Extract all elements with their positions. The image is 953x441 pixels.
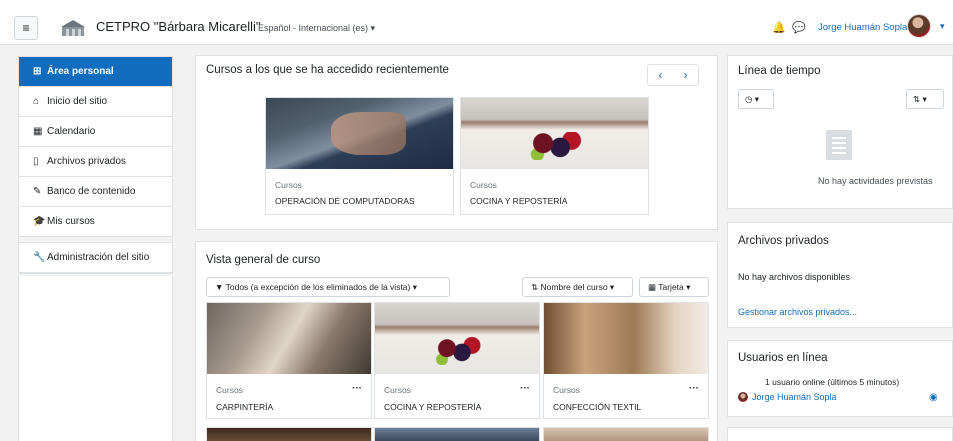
nav-item-my-courses[interactable]: 🎓 Mis cursos	[19, 207, 172, 237]
course-image[interactable]	[374, 427, 540, 441]
more-options-icon[interactable]: ···	[689, 383, 699, 394]
course-name[interactable]: CONFECCIÓN TEXTIL	[553, 402, 641, 412]
left-panel-fill	[18, 276, 173, 441]
online-users-title: Usuarios en línea	[738, 352, 828, 364]
course-category: Cursos	[553, 385, 580, 395]
course-category: Cursos	[384, 385, 411, 395]
nav-item-content-bank[interactable]: ✎ Banco de contenido	[19, 177, 172, 207]
course-card[interactable]: Cursos ··· CARPINTERÍA	[206, 302, 372, 419]
course-overview-title: Vista general de curso	[206, 254, 321, 266]
dashboard-icon: ⊞	[33, 66, 42, 77]
nav-item-private-files[interactable]: ▯ Archivos privados	[19, 147, 172, 177]
more-options-icon[interactable]: ···	[520, 383, 530, 394]
left-navigation: ⊞ Área personal ⌂ Inicio del sitio ▦ Calend…	[18, 56, 173, 274]
chevron-left-icon[interactable]: ‹	[659, 68, 663, 82]
online-users-summary: 1 usuario online (últimos 5 minutos)	[765, 377, 900, 387]
private-files-title: Archivos privados	[738, 235, 829, 247]
private-files-empty: No hay archivos disponibles	[738, 272, 851, 282]
filter-icon: ▼	[215, 282, 226, 292]
course-image[interactable]	[375, 303, 539, 374]
course-name[interactable]: COCINA Y REPOSTERÍA	[470, 196, 567, 206]
course-category: Cursos	[470, 180, 497, 190]
course-card[interactable]: Cursos ··· CONFECCIÓN TEXTIL	[543, 302, 709, 419]
chat-icon[interactable]: 💬	[792, 21, 806, 34]
course-name[interactable]: COCINA Y REPOSTERÍA	[384, 402, 481, 412]
nav-item-label: Banco de contenido	[47, 186, 136, 197]
nav-item-label: Inicio del sitio	[47, 96, 108, 107]
recent-course-card[interactable]: Cursos OPERACIÓN DE COMPUTADORAS	[265, 97, 454, 215]
timeline-title: Línea de tiempo	[738, 65, 821, 77]
manage-files-link[interactable]: Gestionar archivos privados...	[738, 307, 857, 317]
course-category: Cursos	[216, 385, 243, 395]
bell-icon[interactable]: 🔔	[772, 21, 786, 34]
sort-label: Nombre del curso ▾	[540, 282, 615, 292]
chevron-down-icon[interactable]: ▾	[940, 21, 945, 32]
course-image[interactable]	[206, 427, 372, 441]
nav-item-label: Área personal	[47, 66, 114, 77]
timeline-sort[interactable]: ⇅ ▾	[906, 89, 944, 109]
sort-icon: ⇅ ▾	[913, 94, 927, 104]
grid-icon: ▦	[648, 282, 659, 292]
online-user-link[interactable]: Jorge Huamán Sopla	[752, 392, 837, 402]
recent-course-card[interactable]: Cursos COCINA Y REPOSTERÍA	[460, 97, 649, 215]
course-image[interactable]	[266, 98, 453, 169]
calendar-icon: ▦	[33, 126, 43, 137]
next-block	[727, 427, 953, 441]
nav-item-site-admin[interactable]: 🔧 Administración del sitio	[19, 243, 172, 273]
chevron-right-icon[interactable]: ›	[684, 68, 688, 82]
hamburger-icon[interactable]: ≡	[14, 16, 38, 40]
filter-label: Todos (a excepción de los eliminados de …	[225, 282, 417, 292]
nav-item-label: Administración del sitio	[47, 252, 150, 263]
online-users-block: Usuarios en línea 1 usuario online (últi…	[727, 340, 953, 417]
course-image[interactable]	[543, 427, 709, 441]
nav-item-label: Mis cursos	[47, 216, 95, 227]
language-selector[interactable]: Español - Internacional (es) ▾	[258, 23, 375, 34]
avatar[interactable]	[907, 14, 931, 38]
nav-item-label: Archivos privados	[47, 156, 126, 167]
course-name[interactable]: OPERACIÓN DE COMPUTADORAS	[275, 196, 415, 206]
course-card[interactable]: Cursos ··· COCINA Y REPOSTERÍA	[374, 302, 540, 419]
site-logo	[61, 20, 85, 36]
file-icon: ▯	[33, 156, 39, 167]
wrench-icon: 🔧	[33, 252, 46, 263]
brush-icon: ✎	[33, 186, 42, 197]
course-name[interactable]: CARPINTERÍA	[216, 402, 273, 412]
graduation-cap-icon: 🎓	[33, 216, 46, 227]
more-options-icon[interactable]: ···	[352, 383, 362, 394]
recent-courses-title: Cursos a los que se ha accedido reciente…	[206, 64, 449, 76]
course-image[interactable]	[544, 303, 708, 374]
site-name[interactable]: CETPRO "Bárbara Micarelli"	[96, 19, 261, 34]
carousel-nav: ‹ ›	[647, 64, 699, 86]
course-image[interactable]	[207, 303, 371, 374]
recent-courses-block: Cursos a los que se ha accedido reciente…	[195, 55, 718, 230]
private-files-block: Archivos privados No hay archivos dispon…	[727, 222, 953, 328]
clock-icon: ◷ ▾	[745, 94, 760, 104]
nav-item-dashboard[interactable]: ⊞ Área personal	[19, 57, 172, 87]
view-dropdown[interactable]: ▦ Tarjeta ▾	[639, 277, 709, 297]
eye-icon[interactable]: ◉	[929, 392, 938, 403]
course-category: Cursos	[275, 180, 302, 190]
home-icon: ⌂	[33, 96, 40, 107]
avatar	[738, 392, 748, 402]
view-label: Tarjeta ▾	[658, 282, 691, 292]
sort-dropdown[interactable]: ⇅ Nombre del curso ▾	[522, 277, 633, 297]
top-navbar: ≡ CETPRO "Bárbara Micarelli" Español - I…	[0, 0, 953, 45]
course-overview-block: Vista general de curso ▼ Todos (a excepc…	[195, 241, 718, 441]
filter-dropdown[interactable]: ▼ Todos (a excepción de los eliminados d…	[206, 277, 450, 297]
timeline-empty: No hay actividades previstas	[818, 176, 933, 186]
nav-item-label: Calendario	[47, 126, 96, 137]
nav-item-calendar[interactable]: ▦ Calendario	[19, 117, 172, 147]
timeline-date-filter[interactable]: ◷ ▾	[738, 89, 774, 109]
user-menu-name[interactable]: Jorge Huamán Sopla	[818, 22, 907, 33]
empty-list-icon	[826, 130, 852, 160]
course-image[interactable]	[461, 98, 648, 169]
nav-item-home[interactable]: ⌂ Inicio del sitio	[19, 87, 172, 117]
